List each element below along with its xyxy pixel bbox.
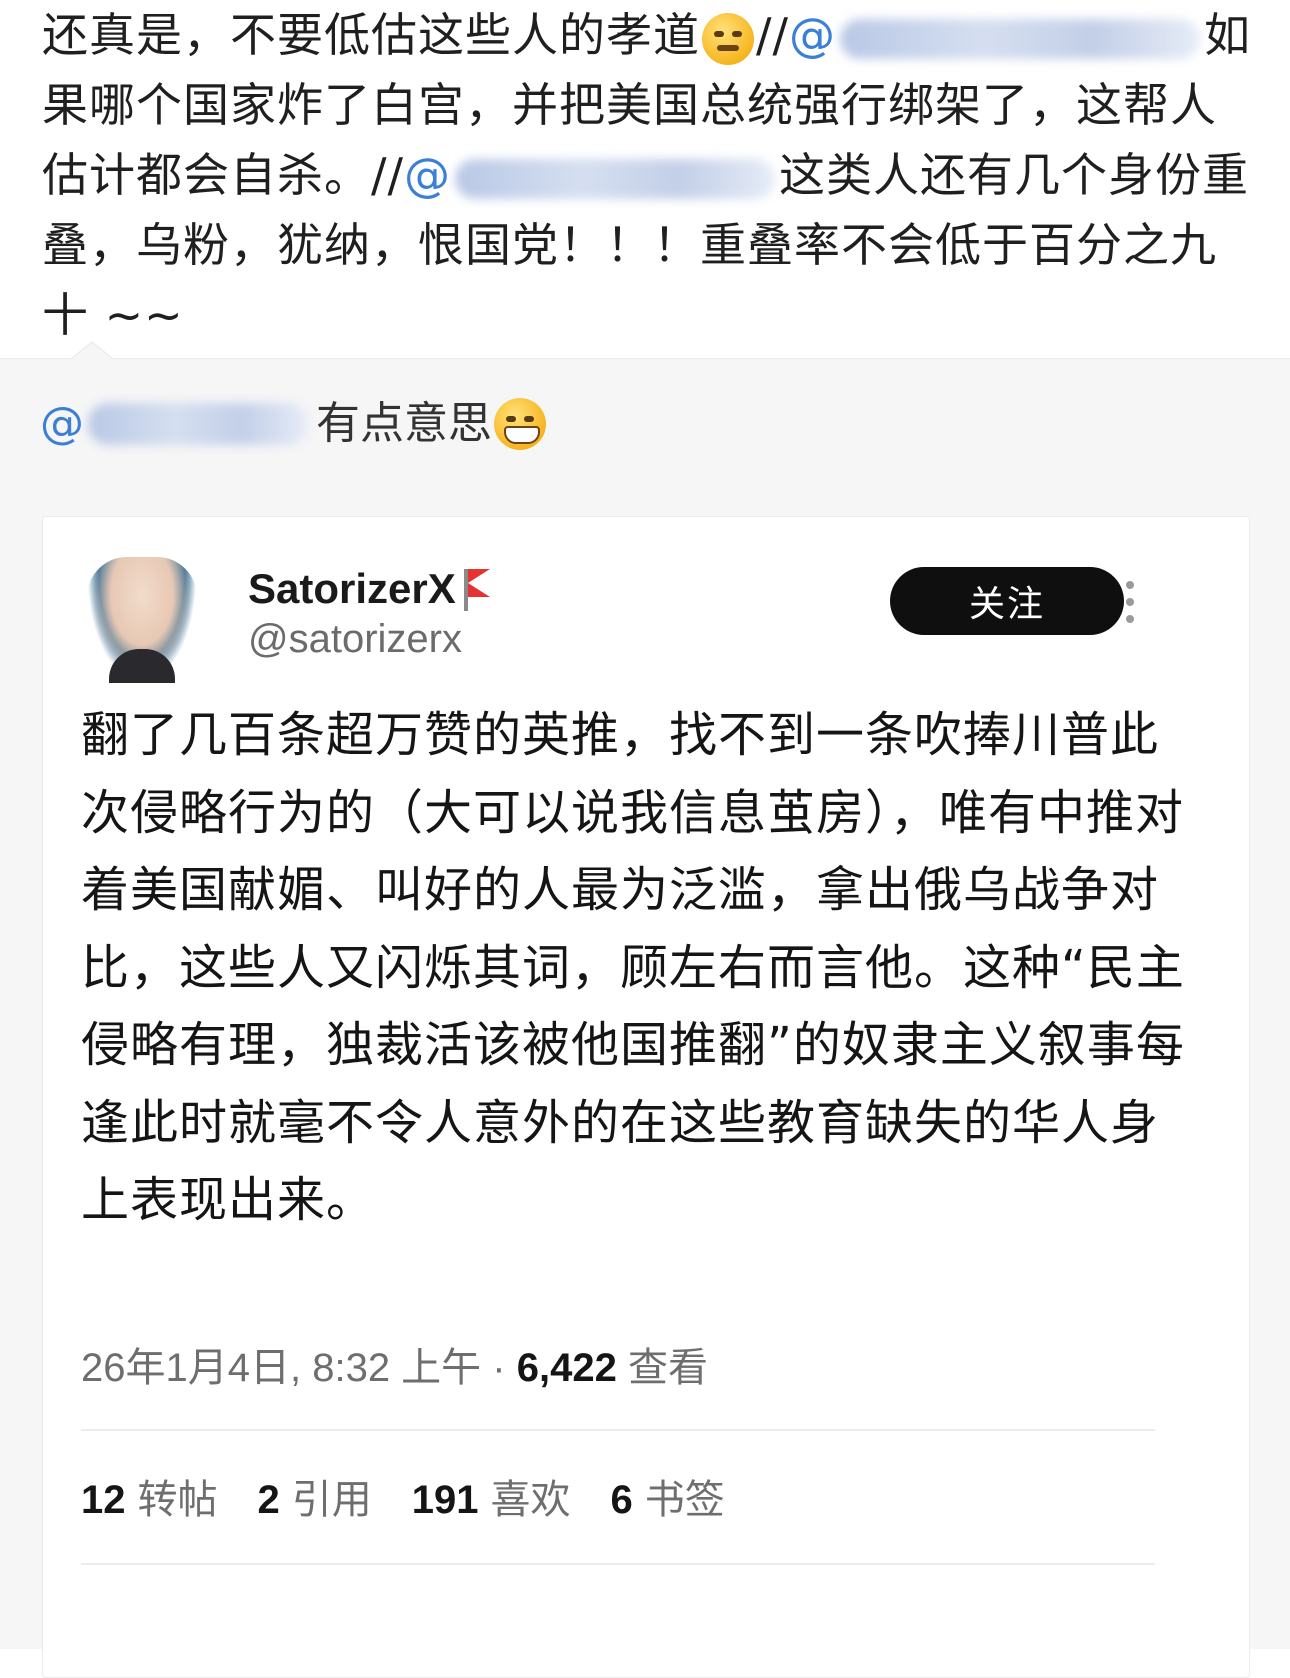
tweet-body: 翻了几百条超万赞的英推，找不到一条吹捧川普此次侵略行为的（大可以说我信息茧房），… [81, 707, 1185, 1228]
caret [72, 343, 112, 359]
divider [81, 1429, 1155, 1431]
blurred-username [455, 158, 775, 199]
follow-button[interactable]: 关注 [890, 567, 1124, 635]
grinning-face-emoji-icon [494, 398, 546, 450]
meta-separator: · [481, 1346, 517, 1390]
views-label: 查看 [627, 1346, 708, 1390]
stat-bookmarks[interactable]: 6 书签 [611, 1467, 725, 1525]
stat-likes[interactable]: 191 喜欢 [412, 1467, 571, 1525]
tweet-meta: 26年1月4日, 8:32 上午 · 6,422 查看 [81, 1335, 708, 1393]
user-handle[interactable]: @satorizerx [248, 617, 462, 662]
stat-quotes[interactable]: 2 引用 [258, 1467, 372, 1525]
engagement-stats: 12 转帖 2 引用 191 喜欢 6 书签 [81, 1467, 765, 1525]
thinking-face-emoji-icon [702, 12, 754, 65]
timestamp[interactable]: 26年1月4日, 8:32 上午 [81, 1346, 481, 1390]
mention-link[interactable]: @ [789, 8, 1204, 62]
embedded-tweet-card[interactable]: SatorizerX @satorizerx 关注 翻了几百条超万赞的英推，找不… [42, 516, 1250, 1678]
more-vertical-icon[interactable] [1123, 581, 1137, 623]
repost-separator: // [756, 8, 789, 62]
stat-reposts[interactable]: 12 转帖 [81, 1467, 218, 1525]
divider [81, 1563, 1155, 1565]
mention-link[interactable]: @ [40, 389, 84, 459]
views-count: 6,422 [516, 1346, 617, 1390]
post-text-segment: 还真是，不要低估这些人的孝道 [42, 8, 700, 62]
mention-link[interactable]: @ [404, 148, 779, 202]
blurred-username[interactable] [88, 403, 308, 445]
reply-text: 有点意思 [316, 398, 492, 449]
original-post-text: 还真是，不要低估这些人的孝道//@ 如果哪个国家炸了白宫，并把美国总统强行绑架了，… [42, 0, 1252, 350]
avatar[interactable] [87, 557, 197, 683]
name-row: SatorizerX [248, 565, 500, 613]
display-name[interactable]: SatorizerX [248, 565, 456, 613]
reply-line: @ 有点意思 [40, 389, 548, 459]
red-flag-icon [460, 567, 500, 611]
original-post: 还真是，不要低估这些人的孝道//@ 如果哪个国家炸了白宫，并把美国总统强行绑架了，… [0, 0, 1290, 376]
quoted-reply-area: @ 有点意思 SatorizerX @satorizerx 关注 翻了几百条超万… [0, 341, 1290, 1678]
blurred-username [840, 18, 1200, 59]
repost-separator: // [371, 148, 404, 202]
